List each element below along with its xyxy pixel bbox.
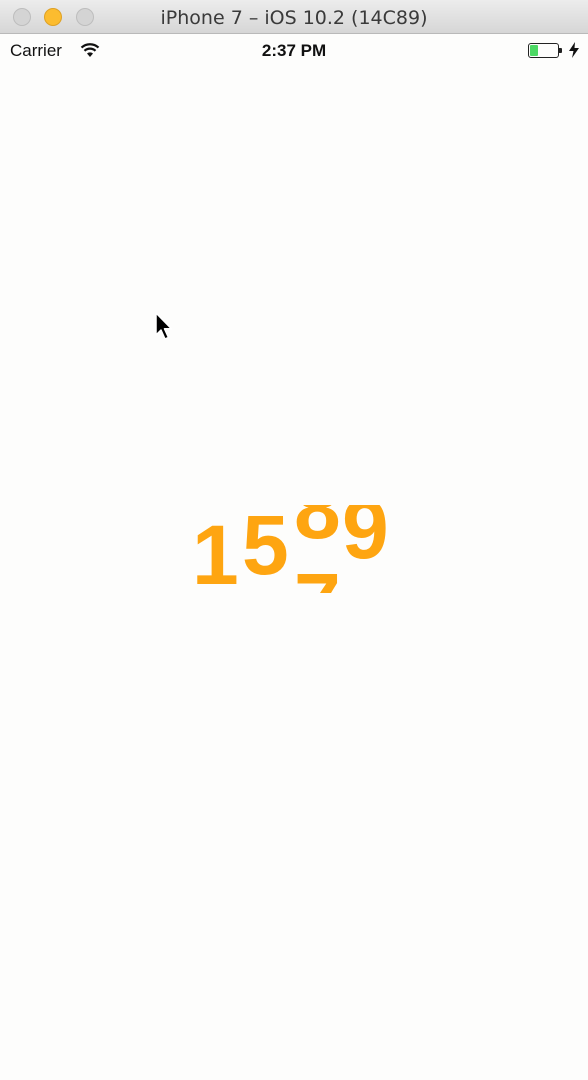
charging-bolt-icon xyxy=(569,42,579,58)
status-time: 2:37 PM xyxy=(261,41,327,60)
counter-digit: 9 xyxy=(342,505,389,576)
ios-status-bar: Carrier 2:37 PM xyxy=(0,34,588,68)
counter-digit: 5 xyxy=(242,505,289,592)
window-titlebar: iPhone 7 – iOS 10.2 (14C89) xyxy=(0,0,588,34)
counter-next-digit: 7 xyxy=(294,561,341,593)
counter-digit: 1 xyxy=(192,508,239,593)
mouse-cursor-icon xyxy=(155,312,173,340)
battery-level-fill xyxy=(530,45,538,56)
rolling-number-counter: 1 5 8 7 9 0 xyxy=(190,505,400,593)
counter-next-digit: 0 xyxy=(342,581,389,593)
window-title: iPhone 7 – iOS 10.2 (14C89) xyxy=(160,7,428,29)
battery-icon xyxy=(528,43,562,59)
counter-digit: 8 xyxy=(294,505,341,556)
